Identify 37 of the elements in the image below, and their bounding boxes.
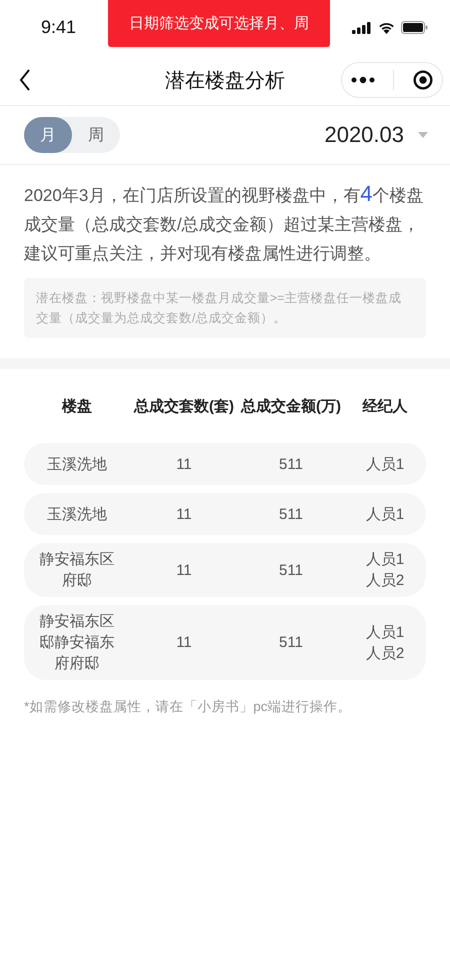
back-icon[interactable]	[19, 69, 31, 91]
period-tab[interactable]: 月	[24, 117, 72, 153]
agent-name: 人员1	[366, 622, 404, 642]
close-icon[interactable]	[412, 70, 433, 90]
agent-name: 人员2	[366, 571, 404, 591]
summary-text: 2020年3月，在门店所设置的视野楼盘中，有4个楼盘成交量（总成交套数/总成交金额）超过某主营楼盘，建议可重点关注，并对现有楼盘属性进行调整。	[24, 180, 425, 265]
table-cell-text: 玉溪洗地	[46, 504, 108, 524]
table-cell-text: 511	[278, 504, 304, 524]
table-cell-text: 511	[278, 633, 304, 653]
footnote: *如需修改楼盘属性，请在「小房书」pc端进行操作。	[24, 698, 353, 716]
column-header: 楼盘	[60, 396, 93, 416]
status-time: 9:41	[41, 17, 76, 38]
column-header: 总成交套数(套)	[132, 396, 235, 416]
column-header: 经纪人	[361, 396, 408, 416]
period-tab[interactable]: 周	[72, 117, 120, 153]
agent-name: 人员2	[366, 644, 404, 664]
agent-name: 人员1	[366, 504, 404, 524]
table-cell-text: 11	[175, 633, 193, 653]
definition-note: 潜在楼盘：视野楼盘中某一楼盘月成交量>=主营楼盘任一楼盘成交量（成交量为总成交套数/总成交金额）。	[24, 278, 426, 338]
more-icon[interactable]	[351, 76, 376, 84]
battery-icon	[401, 21, 428, 34]
table-cell-text: 511	[278, 454, 304, 474]
page-title: 潜在楼盘分析	[165, 68, 285, 94]
column-header: 总成交金额(万)	[240, 396, 342, 416]
agent-name: 人员1	[366, 550, 404, 570]
table-cell-text: 11	[175, 560, 193, 580]
table-cell-text: 11	[175, 454, 193, 474]
agent-name: 人员1	[366, 454, 404, 474]
table-cell-text: 静安福东区府邸	[38, 550, 116, 591]
table-cell-text: 511	[278, 560, 304, 580]
table-cell-text: 静安福东区邸静安福东府府邸	[38, 612, 116, 674]
toast-message: 日期筛选变成可选择月、周	[108, 0, 330, 47]
table-cell-text: 玉溪洗地	[46, 454, 108, 474]
table-cell-text: 11	[175, 504, 193, 524]
date-value[interactable]: 2020.03	[324, 122, 404, 148]
signal-icon	[352, 22, 372, 34]
wifi-icon	[378, 22, 395, 34]
